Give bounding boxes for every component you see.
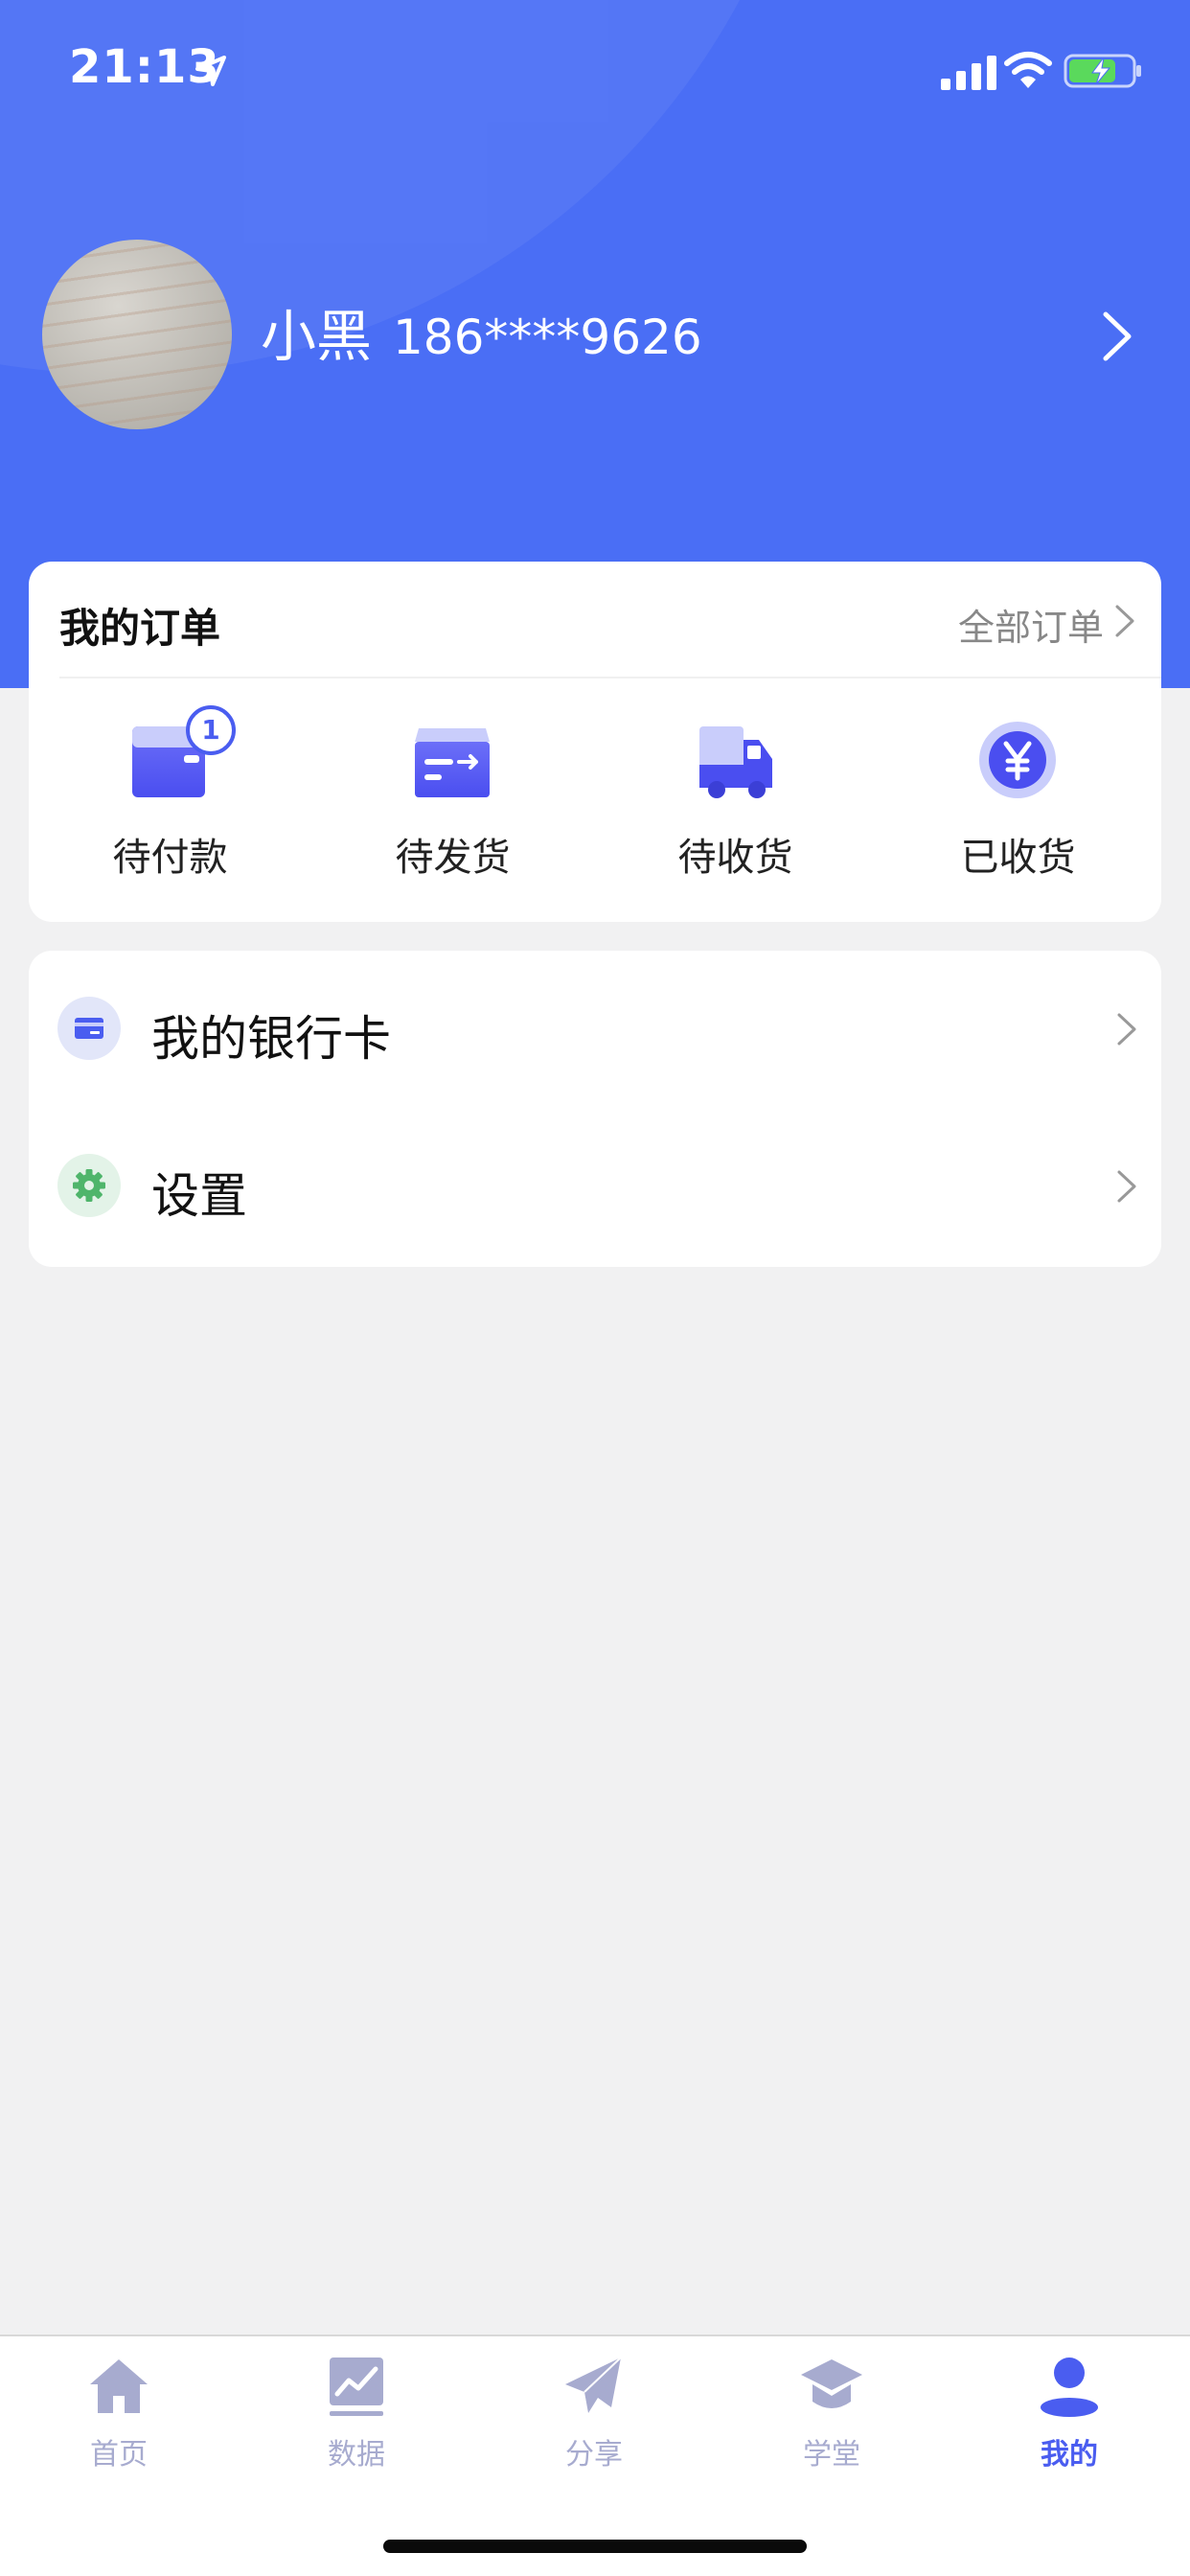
order-count-badge: 1 bbox=[186, 705, 236, 755]
order-label: 待收货 bbox=[677, 836, 793, 880]
menu-label: 我的银行卡 bbox=[151, 1011, 391, 1067]
tab-label: 首页 bbox=[90, 2438, 148, 2472]
tab-data[interactable]: 数据 bbox=[238, 2356, 475, 2490]
chevron-right-icon[interactable] bbox=[1115, 1169, 1138, 1204]
order-pending-payment[interactable]: 1 待付款 bbox=[29, 705, 311, 897]
tab-mine[interactable]: 我的 bbox=[950, 2356, 1188, 2490]
tab-label: 分享 bbox=[565, 2438, 623, 2472]
user-icon bbox=[1041, 2358, 1098, 2417]
menu-card: 我的银行卡 设置 bbox=[29, 951, 1161, 1267]
bank-card-icon bbox=[57, 997, 121, 1060]
chart-icon bbox=[330, 2358, 383, 2416]
user-name: 小黑 bbox=[261, 304, 373, 369]
divider bbox=[59, 677, 1161, 678]
yuan-coin-icon bbox=[979, 722, 1056, 798]
chevron-right-icon[interactable] bbox=[1100, 310, 1134, 362]
paper-plane-icon bbox=[565, 2357, 622, 2413]
avatar[interactable] bbox=[42, 240, 232, 429]
status-bar: 21:13 bbox=[0, 0, 1190, 144]
orders-card: 我的订单 全部订单 1 待付款 待发货 待收货 已收货 bbox=[29, 562, 1161, 922]
user-phone: 186****9626 bbox=[393, 310, 702, 365]
tab-school[interactable]: 学堂 bbox=[713, 2356, 950, 2490]
cellular-signal-icon bbox=[941, 56, 996, 90]
tab-label: 数据 bbox=[328, 2438, 385, 2472]
orders-title: 我的订单 bbox=[59, 605, 221, 652]
chevron-right-icon[interactable] bbox=[1113, 604, 1136, 638]
all-orders-link[interactable]: 全部订单 bbox=[958, 598, 1104, 651]
tab-share[interactable]: 分享 bbox=[475, 2356, 713, 2490]
tab-label: 学堂 bbox=[803, 2438, 860, 2472]
tab-label: 我的 bbox=[1041, 2438, 1098, 2472]
menu-item-settings[interactable]: 设置 bbox=[29, 1108, 1161, 1261]
order-pending-receipt[interactable]: 待收货 bbox=[594, 705, 877, 897]
order-label: 已收货 bbox=[960, 836, 1076, 880]
graduation-cap-icon bbox=[801, 2359, 862, 2408]
home-icon bbox=[90, 2359, 148, 2413]
order-received[interactable]: 已收货 bbox=[877, 705, 1159, 897]
package-send-icon bbox=[415, 728, 490, 797]
battery-charging-icon bbox=[1064, 54, 1141, 88]
gear-icon bbox=[57, 1154, 121, 1217]
order-label: 待付款 bbox=[112, 836, 228, 880]
location-arrow-icon bbox=[195, 56, 226, 86]
chevron-right-icon[interactable] bbox=[1115, 1012, 1138, 1046]
menu-item-bank-card[interactable]: 我的银行卡 bbox=[29, 951, 1161, 1104]
home-indicator bbox=[383, 2540, 807, 2553]
menu-label: 设置 bbox=[151, 1168, 247, 1224]
order-pending-shipment[interactable]: 待发货 bbox=[311, 705, 594, 897]
profile-row[interactable]: 小黑 186****9626 bbox=[0, 240, 1190, 431]
order-label: 待发货 bbox=[395, 836, 511, 880]
truck-icon bbox=[699, 726, 772, 798]
tab-home[interactable]: 首页 bbox=[0, 2356, 238, 2490]
wifi-icon bbox=[1004, 52, 1052, 88]
